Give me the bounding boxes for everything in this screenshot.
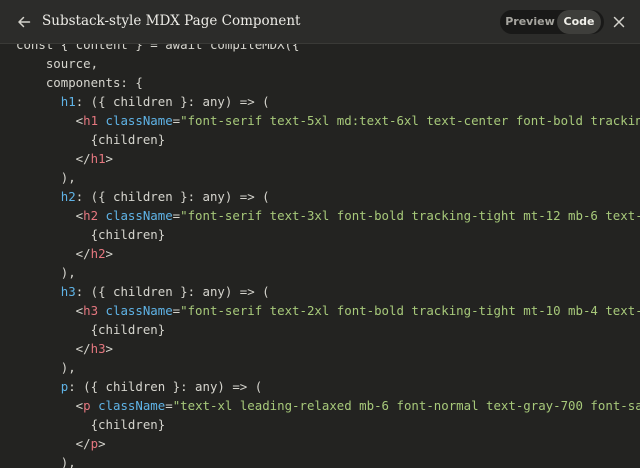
back-button[interactable] bbox=[10, 8, 38, 36]
code-token: > bbox=[98, 436, 106, 451]
code-token: className bbox=[105, 208, 173, 223]
code-token: p bbox=[83, 398, 91, 413]
code-line: {children} bbox=[16, 415, 166, 434]
code-line: <h3 className="font-serif text-2xl font-… bbox=[16, 301, 640, 320]
code-token: "font-serif text-2xl font-bold tracking-… bbox=[180, 303, 640, 318]
code-tab[interactable]: Code bbox=[557, 10, 601, 34]
code-line: h1: ({ children }: any) => ( bbox=[16, 92, 270, 111]
code-line: <h2 className="font-serif text-3xl font-… bbox=[16, 206, 640, 225]
code-token: {children} bbox=[16, 322, 166, 337]
code-token: </ bbox=[16, 436, 91, 451]
code-line: {children} bbox=[16, 320, 166, 339]
code-token: < bbox=[16, 208, 84, 223]
code-token: h3 bbox=[60, 284, 76, 299]
code-line: </h1> bbox=[16, 149, 113, 168]
close-button[interactable] bbox=[607, 10, 631, 34]
code-token: ), bbox=[16, 170, 76, 185]
code-token: h2 bbox=[83, 208, 99, 223]
code-token: : ({ children }: any) => ( bbox=[75, 284, 270, 299]
code-line: p: ({ children }: any) => ( bbox=[16, 377, 262, 396]
code-token: const { content } = await compileMDX({ bbox=[16, 44, 300, 52]
code-line: </h2> bbox=[16, 244, 113, 263]
code-token: ), bbox=[16, 455, 76, 468]
code-line: </h3> bbox=[16, 339, 113, 358]
code-line: </p> bbox=[16, 434, 106, 453]
code-token: h3 bbox=[83, 303, 99, 318]
code-line: const { content } = await compileMDX({ bbox=[16, 44, 299, 54]
code-line: h2: ({ children }: any) => ( bbox=[16, 187, 270, 206]
code-line: ), bbox=[16, 168, 76, 187]
code-token: </ bbox=[16, 246, 91, 261]
code-token: < bbox=[16, 113, 84, 128]
code-token: h1 bbox=[60, 94, 76, 109]
code-token: "font-serif text-5xl md:text-6xl text-ce… bbox=[180, 113, 640, 128]
code-token: "text-xl leading-relaxed mb-6 font-norma… bbox=[172, 398, 640, 413]
code-token: p bbox=[90, 436, 99, 451]
code-token: ), bbox=[16, 360, 76, 375]
code-line: ), bbox=[16, 453, 76, 468]
code-token: className bbox=[98, 398, 166, 413]
code-token: {children} bbox=[16, 227, 166, 242]
code-token: "font-serif text-3xl font-bold tracking-… bbox=[180, 208, 640, 223]
view-toggle: Preview Code bbox=[500, 10, 604, 34]
code-token: components: { bbox=[16, 75, 143, 90]
code-line: source, bbox=[16, 54, 98, 73]
code-line: ), bbox=[16, 263, 76, 282]
code-token: h2 bbox=[60, 189, 76, 204]
preview-tab[interactable]: Preview bbox=[503, 10, 557, 34]
code-token: = bbox=[165, 398, 173, 413]
code-token: > bbox=[105, 246, 113, 261]
code-token: source, bbox=[16, 56, 99, 71]
code-token: > bbox=[105, 151, 113, 166]
code-token: < bbox=[16, 303, 84, 318]
code-token: {children} bbox=[16, 132, 166, 147]
code-token: {children} bbox=[16, 417, 166, 432]
code-line: components: { bbox=[16, 73, 143, 92]
code-line: {children} bbox=[16, 130, 166, 149]
code-token: h3 bbox=[90, 341, 106, 356]
code-token: </ bbox=[16, 151, 91, 166]
code-token: h1 bbox=[90, 151, 106, 166]
code-line: ), bbox=[16, 358, 76, 377]
code-view[interactable]: const { content } = await compileMDX({ s… bbox=[0, 44, 640, 468]
code-token: < bbox=[16, 398, 84, 413]
code-token: h1 bbox=[83, 113, 99, 128]
code-token: : ({ children }: any) => ( bbox=[68, 379, 263, 394]
arrow-left-icon bbox=[18, 16, 31, 28]
code-token: ), bbox=[16, 265, 76, 280]
code-line: <p className="text-xl leading-relaxed mb… bbox=[16, 396, 640, 415]
code-token: : ({ children }: any) => ( bbox=[75, 189, 270, 204]
code-token: : ({ children }: any) => ( bbox=[75, 94, 270, 109]
code-line: h3: ({ children }: any) => ( bbox=[16, 282, 270, 301]
title-bar: Substack-style MDX Page Component Previe… bbox=[0, 0, 640, 44]
code-token: </ bbox=[16, 341, 91, 356]
code-token: className bbox=[105, 113, 173, 128]
code-token: h2 bbox=[90, 246, 106, 261]
code-line: <h1 className="font-serif text-5xl md:te… bbox=[16, 111, 640, 130]
code-token: className bbox=[105, 303, 173, 318]
close-icon bbox=[613, 16, 625, 28]
code-line: {children} bbox=[16, 225, 166, 244]
code-token: > bbox=[105, 341, 113, 356]
page-title: Substack-style MDX Page Component bbox=[42, 13, 301, 29]
